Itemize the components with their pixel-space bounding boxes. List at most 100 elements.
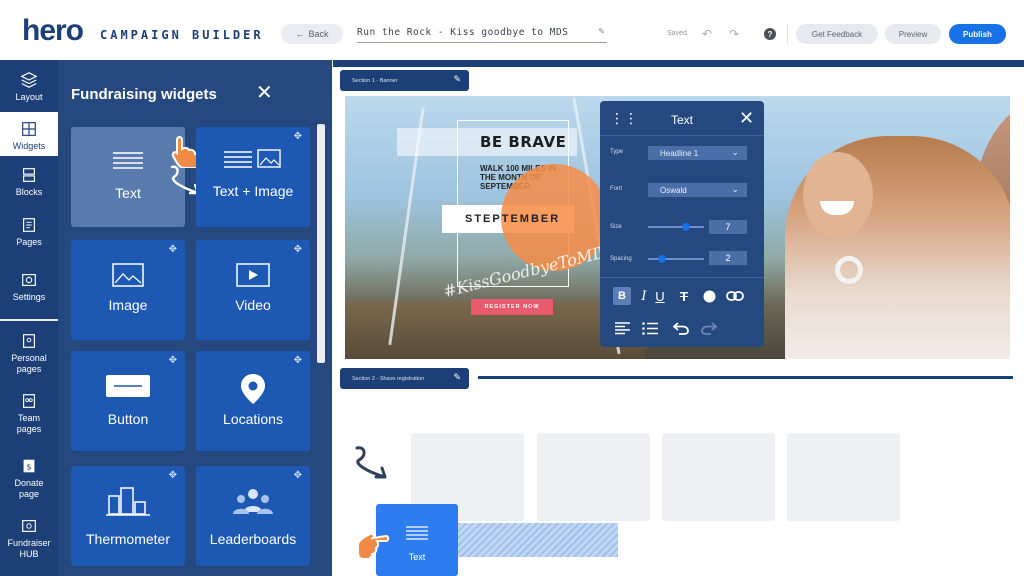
- sidebar-item-label: Blocks: [15, 187, 43, 197]
- text-settings-popup: ⋮⋮ Text ✕ Type Headline 1 ⌄ Font Oswald …: [600, 101, 764, 347]
- link-icon[interactable]: [726, 287, 744, 305]
- grid-icon: [22, 122, 36, 136]
- pencil-icon[interactable]: ✎: [598, 26, 605, 37]
- widget-label: Thermometer: [85, 531, 171, 547]
- placeholder-card[interactable]: [662, 433, 775, 521]
- move-icon[interactable]: ✥: [169, 355, 177, 366]
- get-feedback-button[interactable]: Get Feedback: [796, 24, 878, 44]
- headphones-icon: [835, 256, 863, 284]
- campaign-title-field[interactable]: Run the Rock - Kiss goodbye to MDS ✎: [357, 26, 607, 43]
- back-button[interactable]: ← Back: [281, 24, 343, 44]
- publish-button[interactable]: Publish: [949, 24, 1006, 44]
- spacing-slider-knob[interactable]: [657, 255, 666, 263]
- undo-icon[interactable]: ↶: [702, 27, 712, 41]
- location-pin-icon: [241, 374, 265, 404]
- spacing-slider[interactable]: [648, 255, 704, 263]
- widget-leaderboards[interactable]: ✥ Leaderboards: [196, 466, 310, 566]
- color-swatch-icon[interactable]: [700, 287, 718, 305]
- chevron-down-icon: ⌄: [731, 184, 739, 194]
- align-left-icon[interactable]: [613, 319, 631, 337]
- drop-zone-highlight[interactable]: [458, 523, 618, 557]
- move-icon[interactable]: ✥: [294, 244, 302, 255]
- widget-label: Video: [235, 297, 271, 313]
- underline-icon[interactable]: U: [651, 287, 669, 305]
- text-lines-icon: [113, 152, 143, 169]
- pencil-icon[interactable]: ✎: [453, 372, 461, 383]
- banner-step-text[interactable]: STEPTEMBER: [465, 213, 560, 225]
- size-label: Size: [610, 224, 622, 230]
- preview-button[interactable]: Preview: [885, 24, 941, 44]
- personal-page-icon: [23, 334, 35, 348]
- section-2-label[interactable]: Section 2 - Shave registration ✎: [340, 368, 469, 389]
- placeholder-card[interactable]: [787, 433, 900, 521]
- text-lines-icon: [406, 526, 428, 540]
- widget-label: Image: [108, 297, 148, 313]
- widget-locations[interactable]: ✥ Locations: [196, 351, 310, 451]
- spacing-input[interactable]: 2: [709, 251, 747, 265]
- panel-title: Fundraising widgets: [71, 86, 217, 103]
- sidebar-item-pages[interactable]: Pages: [0, 216, 58, 256]
- size-input[interactable]: 7: [709, 220, 747, 234]
- placeholder-card[interactable]: [537, 433, 650, 521]
- sidebar-item-blocks[interactable]: Blocks: [0, 166, 58, 206]
- sidebar-item-widgets[interactable]: Widgets: [0, 112, 58, 156]
- move-icon[interactable]: ✥: [294, 355, 302, 366]
- arrow-left-icon: ←: [295, 29, 305, 39]
- section-1-label[interactable]: Section 1 - Banner ✎: [340, 70, 469, 91]
- font-select[interactable]: Oswald ⌄: [648, 183, 747, 197]
- strikethrough-icon[interactable]: T: [675, 287, 693, 305]
- layers-icon: [20, 72, 38, 88]
- settings-icon: [22, 274, 36, 286]
- help-icon[interactable]: ?: [764, 28, 776, 40]
- type-select[interactable]: Headline 1 ⌄: [648, 146, 747, 160]
- widget-label: Locations: [223, 411, 283, 427]
- widget-image[interactable]: ✥ Image: [71, 240, 185, 340]
- redo-icon[interactable]: ↷: [729, 27, 739, 41]
- register-button[interactable]: REGISTER NOW: [471, 299, 553, 315]
- sidebar-item-label: Donate page: [14, 478, 44, 499]
- widget-text-image[interactable]: ✥ Text + Image: [196, 127, 310, 227]
- move-icon[interactable]: ✥: [294, 470, 302, 481]
- chevron-down-icon: ⌄: [731, 147, 739, 157]
- pages-icon: [23, 218, 35, 232]
- bullet-list-icon[interactable]: [641, 319, 659, 337]
- bold-icon[interactable]: B: [613, 287, 631, 305]
- section-label-text: Section 1 - Banner: [352, 77, 398, 84]
- move-icon[interactable]: ✥: [294, 131, 302, 142]
- widget-label: Leaderboards: [209, 531, 297, 547]
- widget-thermometer[interactable]: ✥ Thermometer: [71, 466, 185, 566]
- back-label: Back: [308, 29, 329, 39]
- redo-icon[interactable]: [700, 319, 718, 337]
- sidebar-item-personal-pages[interactable]: Personal pages: [0, 332, 58, 378]
- section-2-border: [478, 376, 1013, 379]
- close-icon[interactable]: ✕: [739, 109, 754, 127]
- widget-button[interactable]: ✥ Button: [71, 351, 185, 451]
- font-value: Oswald: [660, 185, 687, 195]
- product-name: CAMPAIGN BUILDER: [100, 28, 264, 42]
- widget-text[interactable]: Text: [71, 127, 201, 227]
- sidebar-item-label: Team pages: [16, 413, 42, 434]
- spacing-label: Spacing: [610, 256, 632, 262]
- campaign-title-text: Run the Rock - Kiss goodbye to MDS: [357, 27, 569, 38]
- move-icon[interactable]: ✥: [169, 244, 177, 255]
- sidebar-item-label: Settings: [12, 292, 46, 302]
- top-bar: hero CAMPAIGN BUILDER ← Back Run the Roc…: [0, 0, 1024, 60]
- sidebar-item-label: Pages: [16, 237, 42, 247]
- undo-icon[interactable]: [672, 319, 690, 337]
- sidebar-item-donate-page[interactable]: $ Donate page: [0, 457, 58, 503]
- banner-headline[interactable]: BE BRAVE: [480, 133, 566, 151]
- close-icon[interactable]: ✕: [256, 83, 273, 103]
- sidebar-item-settings[interactable]: Settings: [0, 271, 58, 311]
- sidebar-item-team-pages[interactable]: Team pages: [0, 392, 58, 438]
- text-image-icon: [224, 149, 281, 168]
- canvas-top-border: [333, 60, 1024, 67]
- size-slider[interactable]: [648, 223, 704, 231]
- widget-video[interactable]: ✥ Video: [196, 240, 310, 340]
- sidebar-item-layout[interactable]: Layout: [0, 71, 58, 111]
- size-slider-knob[interactable]: [681, 223, 690, 231]
- hero-logo[interactable]: hero: [22, 14, 84, 48]
- sidebar-item-fundraiser-hub[interactable]: Fundraiser HUB: [0, 517, 58, 563]
- pencil-icon[interactable]: ✎: [453, 74, 461, 85]
- move-icon[interactable]: ✥: [169, 470, 177, 481]
- panel-scrollbar[interactable]: [317, 124, 325, 363]
